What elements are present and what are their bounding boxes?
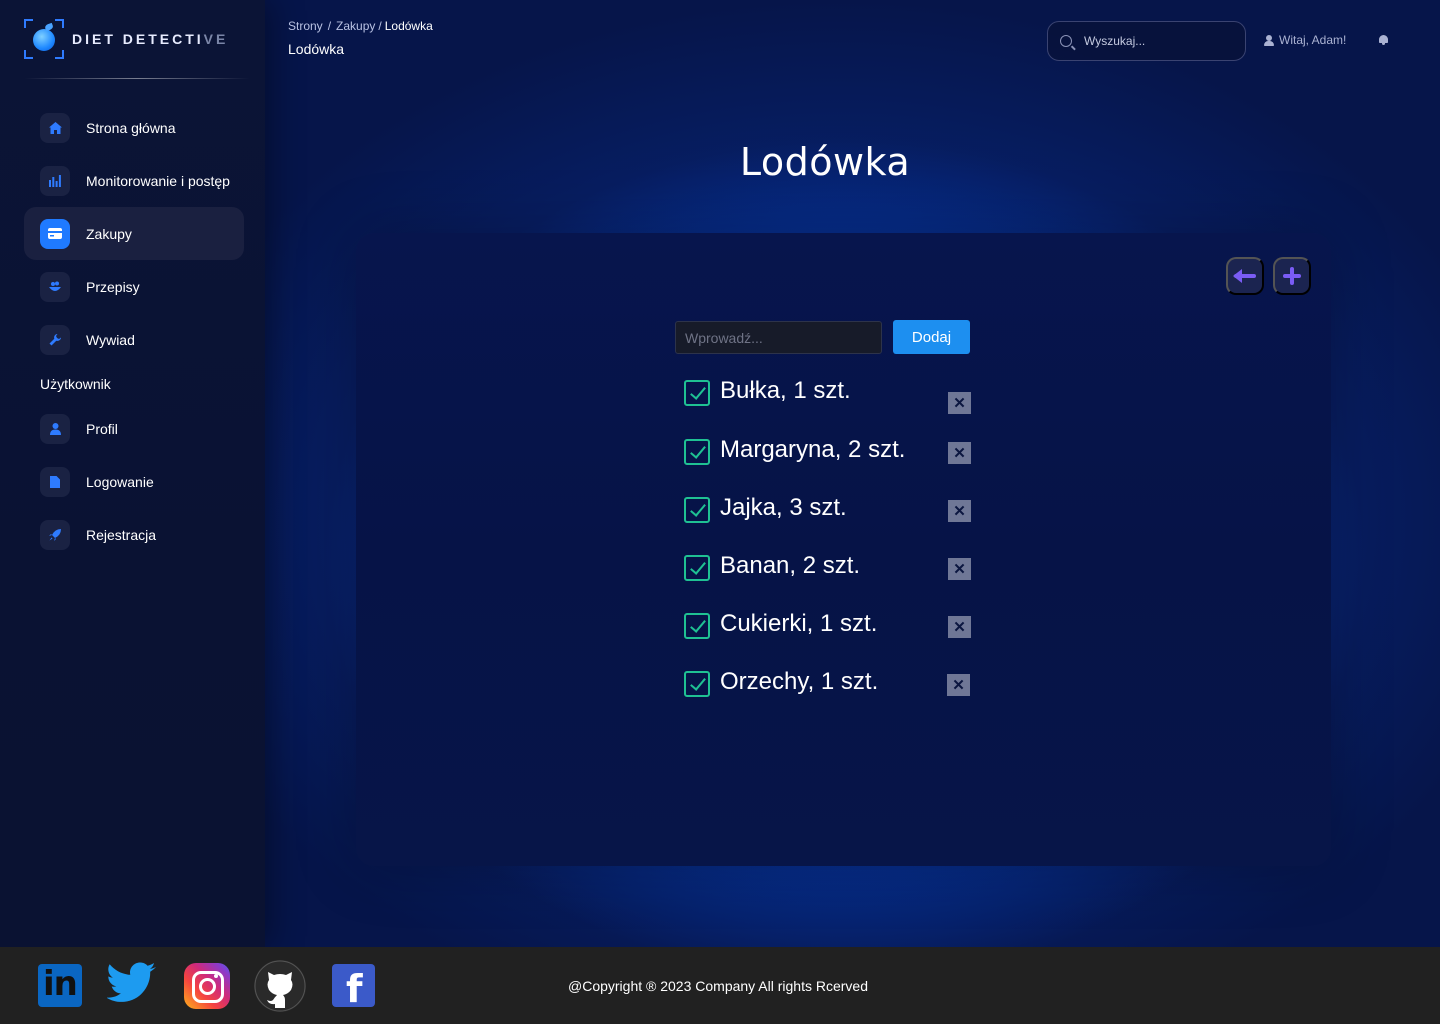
list-item: Bułka, 1 szt. ✕ — [682, 373, 982, 417]
checkbox-checked-icon[interactable] — [684, 555, 710, 581]
checkbox-checked-icon[interactable] — [684, 380, 710, 406]
delete-button[interactable]: ✕ — [948, 500, 971, 522]
delete-button[interactable]: ✕ — [948, 392, 971, 414]
fridge-card: Dodaj Bułka, 1 szt. ✕ Margaryna, 2 szt. … — [356, 233, 1331, 866]
user-icon — [40, 413, 70, 444]
checkbox-checked-icon[interactable] — [684, 671, 710, 697]
breadcrumb-separator: / — [327, 19, 332, 33]
add-list-button[interactable] — [1273, 257, 1311, 295]
card-icon — [40, 218, 70, 249]
delete-button[interactable]: ✕ — [948, 616, 971, 638]
user-icon — [1264, 34, 1274, 46]
add-item-button[interactable]: Dodaj — [893, 320, 970, 354]
list-item: Banan, 2 szt. ✕ — [682, 548, 982, 592]
checkbox-checked-icon[interactable] — [684, 613, 710, 639]
linkedin-icon[interactable]: in — [38, 964, 82, 1007]
delete-button[interactable]: ✕ — [948, 558, 971, 580]
sidebar-item-label: Rejestracja — [86, 526, 157, 543]
arrow-left-icon — [1233, 269, 1256, 283]
back-button[interactable] — [1226, 257, 1264, 295]
list-item: Cukierki, 1 szt. ✕ — [682, 606, 982, 650]
breadcrumb: Strony / Zakupy / Lodówka — [288, 19, 433, 33]
page-title: Lodówka — [739, 140, 911, 184]
github-icon[interactable] — [254, 960, 306, 1012]
rocket-icon — [40, 519, 70, 550]
sidebar-item-home[interactable]: Strona główna — [24, 101, 244, 154]
search-box[interactable] — [1047, 21, 1246, 61]
greeting-text: Witaj, Adam! — [1279, 33, 1347, 47]
item-label: Jajka, 3 szt. — [720, 494, 847, 521]
search-input[interactable] — [1084, 34, 1234, 48]
page-subtitle: Lodówka — [288, 41, 345, 57]
sidebar-item-profile[interactable]: Profil — [24, 402, 244, 455]
apple-logo-icon — [24, 19, 64, 59]
wrench-icon — [40, 324, 70, 355]
sidebar-item-label: Monitorowanie i postęp — [86, 172, 230, 189]
home-icon — [40, 112, 70, 143]
twitter-icon[interactable] — [106, 962, 157, 1006]
instagram-icon[interactable] — [184, 963, 230, 1009]
sidebar-item-monitoring[interactable]: Monitorowanie i postęp — [24, 154, 244, 207]
copyright-text: @Copyright ® 2023 Company All rights Rce… — [568, 978, 868, 994]
chart-icon — [40, 165, 70, 196]
bell-icon[interactable] — [1378, 34, 1389, 46]
user-greeting[interactable]: Witaj, Adam! — [1264, 33, 1346, 47]
brand-name: DIET DETECTIVE — [72, 31, 229, 47]
sidebar-item-label: Profil — [86, 420, 118, 437]
breadcrumb-separator: / — [378, 19, 382, 33]
sidebar-item-login[interactable]: Logowanie — [24, 455, 244, 508]
sidebar-item-label: Strona główna — [86, 119, 176, 136]
sidebar-section-title: Użytkownik — [40, 376, 111, 392]
item-label: Margaryna, 2 szt. — [720, 436, 906, 463]
sidebar-item-shopping[interactable]: Zakupy — [24, 207, 244, 260]
brand[interactable]: DIET DETECTIVE — [24, 18, 228, 60]
footer: in f @Copyright ® 2023 Company All right… — [0, 947, 1440, 1024]
document-icon — [40, 466, 70, 497]
item-label: Bułka, 1 szt. — [720, 377, 851, 404]
recipes-icon — [40, 271, 70, 302]
list-item: Jajka, 3 szt. ✕ — [682, 490, 982, 534]
sidebar-item-label: Zakupy — [86, 225, 132, 242]
delete-button[interactable]: ✕ — [948, 442, 971, 464]
sidebar-item-label: Logowanie — [86, 473, 154, 490]
sidebar-item-recipes[interactable]: Przepisy — [24, 260, 244, 313]
sidebar-item-register[interactable]: Rejestracja — [24, 508, 244, 561]
item-label: Banan, 2 szt. — [720, 552, 861, 579]
breadcrumb-item[interactable]: Zakupy — [336, 19, 375, 33]
divider — [24, 78, 250, 79]
sidebar-item-label: Przepisy — [86, 278, 140, 295]
delete-button[interactable]: ✕ — [947, 674, 970, 696]
item-input[interactable] — [675, 321, 882, 354]
sidebar-item-label: Wywiad — [86, 331, 135, 348]
sidebar-nav: Strona główna Monitorowanie i postęp Zak… — [24, 101, 244, 561]
plus-icon — [1283, 267, 1301, 285]
sidebar-item-interview[interactable]: Wywiad — [24, 313, 244, 366]
list-item: Margaryna, 2 szt. ✕ — [682, 432, 982, 476]
search-icon — [1060, 35, 1072, 47]
checkbox-checked-icon[interactable] — [684, 497, 710, 523]
item-label: Cukierki, 1 szt. — [720, 610, 878, 637]
list-item: Orzechy, 1 szt. ✕ — [682, 664, 982, 708]
facebook-icon[interactable]: f — [332, 964, 375, 1011]
breadcrumb-item[interactable]: Strony — [288, 19, 323, 33]
sidebar: DIET DETECTIVE Strona główna Monitorowan… — [0, 0, 265, 947]
checkbox-checked-icon[interactable] — [684, 439, 710, 465]
item-label: Orzechy, 1 szt. — [720, 668, 879, 695]
breadcrumb-current: Lodówka — [384, 19, 433, 33]
